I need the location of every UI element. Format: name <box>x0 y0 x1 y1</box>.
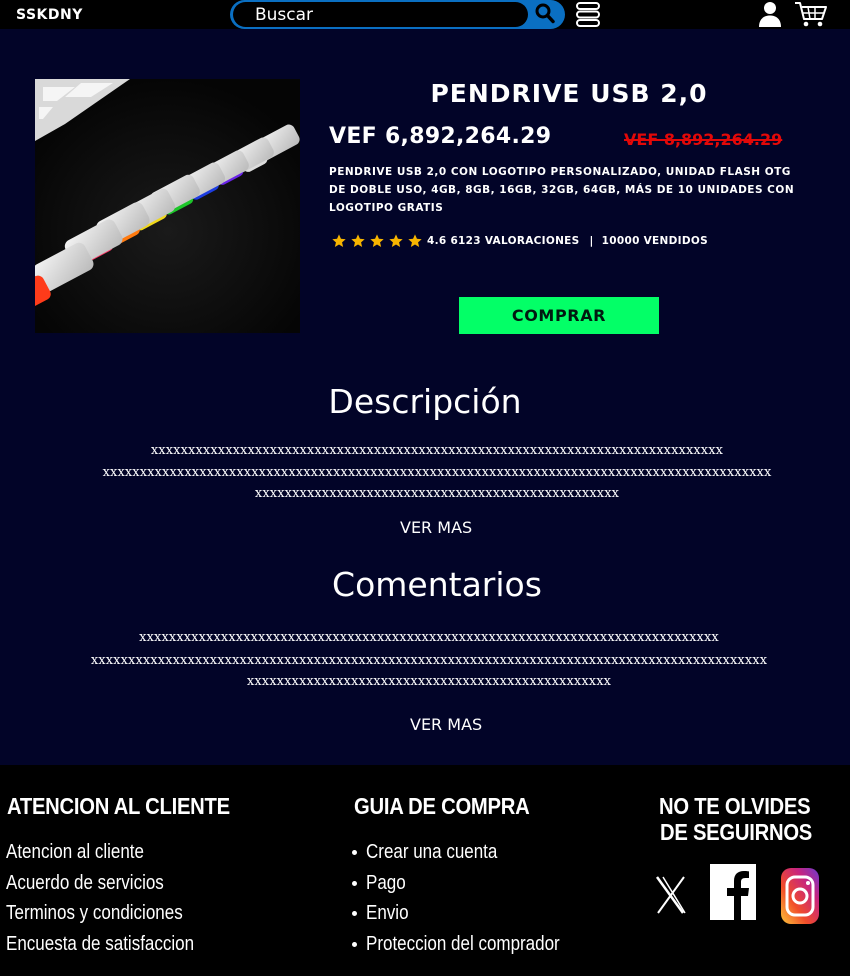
comments-more-button[interactable]: VER MAS <box>410 715 482 734</box>
product-page: PENDRIVE USB 2,0 VEF 6,892,264.29 VEF 8,… <box>0 29 850 765</box>
purchase-guide-heading: GUIA DE COMPRA <box>354 793 530 819</box>
menu-icon <box>576 2 600 27</box>
footer-link-buyer-protection[interactable]: Proteccion del comprador <box>366 933 560 956</box>
rating-stars <box>331 233 423 249</box>
star-icon <box>389 234 403 247</box>
footer-link-survey[interactable]: Encuesta de satisfaccion <box>6 933 194 956</box>
description-line: xxxxxxxxxxxxxxxxxxxxxxxxxxxxxxxxxxxxxxxx… <box>254 486 620 501</box>
star-icon <box>408 234 422 247</box>
brand-logo[interactable]: SSKDNY <box>16 7 83 23</box>
facebook-link[interactable] <box>710 864 756 924</box>
user-icon <box>759 2 781 27</box>
product-short-description: PENDRIVE USB 2,0 CON LOGOTIPO PERSONALIZ… <box>329 166 795 214</box>
footer-link-payment[interactable]: Pago <box>366 872 406 895</box>
description-more-button[interactable]: VER MAS <box>400 518 472 537</box>
search-button[interactable] <box>530 2 560 27</box>
star-icon <box>370 234 384 247</box>
sold-count: 10000 VENDIDOS <box>601 235 708 247</box>
facebook-icon <box>710 864 756 920</box>
site-footer: ATENCION AL CLIENTE Atencion al cliente … <box>0 765 850 976</box>
footer-link-terms[interactable]: Terminos y condiciones <box>6 902 183 925</box>
footer-link-customer-service[interactable]: Atencion al cliente <box>6 841 144 864</box>
rating-row: 4.6 6123 VALORACIONES | 10000 VENDIDOS <box>331 233 708 249</box>
product-price: VEF 6,892,264.29 <box>329 124 552 149</box>
description-line: xxxxxxxxxxxxxxxxxxxxxxxxxxxxxxxxxxxxxxxx… <box>102 465 772 480</box>
star-icon <box>332 234 346 247</box>
star-icon <box>351 234 365 247</box>
description-line: xxxxxxxxxxxxxxxxxxxxxxxxxxxxxxxxxxxxxxxx… <box>150 443 724 458</box>
user-account-button[interactable] <box>757 0 783 28</box>
product-image[interactable] <box>35 79 300 333</box>
bullet <box>352 911 357 916</box>
instagram-link[interactable] <box>781 868 819 928</box>
instagram-icon <box>781 868 819 924</box>
buy-button[interactable]: COMPRAR <box>459 297 659 334</box>
comment-line: xxxxxxxxxxxxxxxxxxxxxxxxxxxxxxxxxxxxxxxx… <box>139 630 719 645</box>
search-icon <box>535 3 555 24</box>
description-title: Descripción <box>328 382 522 421</box>
top-bar: SSKDNY <box>0 0 850 29</box>
cart-icon <box>795 2 827 27</box>
search-bar <box>230 0 565 29</box>
comments-title: Comentarios <box>332 565 542 604</box>
pendrive-photo <box>35 79 300 333</box>
product-old-price: VEF 8,892,264.29 <box>624 130 783 149</box>
customer-service-heading: ATENCION AL CLIENTE <box>7 793 230 819</box>
x-link[interactable] <box>655 873 687 921</box>
cart-button[interactable] <box>793 0 829 28</box>
footer-link-service-agreement[interactable]: Acuerdo de servicios <box>6 872 164 895</box>
footer-link-shipping[interactable]: Envio <box>366 902 409 925</box>
search-input[interactable] <box>233 2 528 27</box>
follow-heading-line2: DE SEGUIRNOS <box>660 819 813 845</box>
bullet <box>352 881 357 886</box>
rating-separator: | <box>589 235 594 247</box>
product-title: PENDRIVE USB 2,0 <box>430 79 708 108</box>
bullet <box>352 942 357 947</box>
follow-heading-line1: NO TE OLVIDES <box>659 793 811 819</box>
footer-link-create-account[interactable]: Crear una cuenta <box>366 841 497 864</box>
x-icon <box>655 876 686 914</box>
bullet <box>352 850 357 855</box>
comment-line: xxxxxxxxxxxxxxxxxxxxxxxxxxxxxxxxxxxxxxxx… <box>246 674 612 689</box>
rating-text: 4.6 6123 VALORACIONES <box>427 235 580 247</box>
menu-button[interactable] <box>575 1 601 28</box>
comment-line: xxxxxxxxxxxxxxxxxxxxxxxxxxxxxxxxxxxxxxxx… <box>90 653 768 668</box>
